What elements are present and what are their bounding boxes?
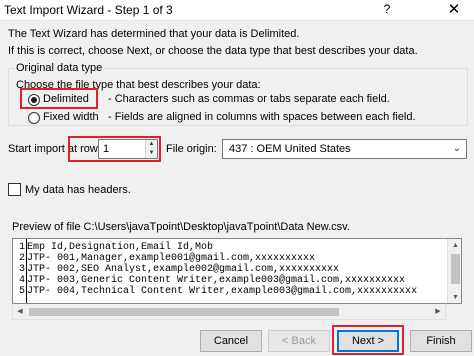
- headers-checkbox-label[interactable]: My data has headers.: [25, 184, 131, 196]
- row-number: 5: [18, 286, 25, 297]
- preview-caption: Preview of file C:\Users\javaTpoint\Desk…: [12, 221, 350, 233]
- close-button[interactable]: ✕: [438, 1, 470, 19]
- fixed-width-label[interactable]: Fixed width: [43, 111, 99, 123]
- row-text: JTP- 002,SEO Analyst,example002@gmail.co…: [27, 264, 340, 275]
- original-data-type-label: Original data type: [14, 62, 105, 74]
- headers-checkbox[interactable]: [8, 183, 21, 196]
- intro-line-2: If this is correct, choose Next, or choo…: [8, 45, 418, 57]
- fixed-width-description: - Fields are aligned in columns with spa…: [108, 111, 416, 123]
- chevron-down-icon[interactable]: ⌄: [450, 140, 464, 158]
- help-button[interactable]: ?: [380, 2, 394, 18]
- preview-vertical-scrollbar[interactable]: ▲ ▼: [447, 239, 461, 303]
- row-text: Emp Id,Designation,Email Id,Mob: [27, 242, 214, 253]
- file-origin-label: File origin:: [166, 143, 217, 155]
- row-text: JTP- 003,Generic Content Writer,example0…: [27, 275, 406, 286]
- row-text: JTP- 004,Technical Content Writer,exampl…: [27, 286, 418, 297]
- preview-horizontal-scrollbar[interactable]: ◀ ▶: [12, 304, 446, 320]
- delimited-highlight: [20, 88, 98, 109]
- scroll-down-icon[interactable]: ▼: [448, 291, 461, 303]
- scroll-right-icon[interactable]: ▶: [431, 304, 445, 319]
- row-number: 3: [18, 264, 25, 275]
- scroll-up-icon[interactable]: ▲: [448, 239, 461, 253]
- horizontal-scroll-thumb[interactable]: [29, 308, 339, 316]
- scroll-left-icon[interactable]: ◀: [13, 304, 27, 319]
- preview-pane[interactable]: 1 Emp Id,Designation,Email Id,Mob 2 JTP-…: [12, 238, 462, 304]
- row-number: 1: [18, 242, 25, 253]
- back-button[interactable]: < Back: [268, 330, 330, 352]
- delimited-description: - Characters such as commas or tabs sepa…: [108, 93, 390, 105]
- file-origin-value: 437 : OEM United States: [229, 143, 351, 155]
- title-bar: Text Import Wizard - Step 1 of 3 ? ✕: [0, 0, 474, 21]
- cancel-button[interactable]: Cancel: [200, 330, 262, 352]
- file-origin-select[interactable]: 437 : OEM United States ⌄: [222, 139, 467, 159]
- vertical-scroll-thumb[interactable]: [451, 254, 460, 284]
- row-text: JTP- 001,Manager,example001@gmail.com,xx…: [27, 253, 316, 264]
- row-number: 2: [18, 253, 25, 264]
- window-title: Text Import Wizard - Step 1 of 3: [4, 3, 173, 17]
- row-number: 4: [18, 275, 25, 286]
- next-highlight: [332, 325, 404, 355]
- start-row-highlight: [68, 136, 161, 162]
- intro-line-1: The Text Wizard has determined that your…: [8, 28, 300, 40]
- finish-button[interactable]: Finish: [410, 330, 472, 352]
- fixed-width-radio[interactable]: [28, 112, 40, 124]
